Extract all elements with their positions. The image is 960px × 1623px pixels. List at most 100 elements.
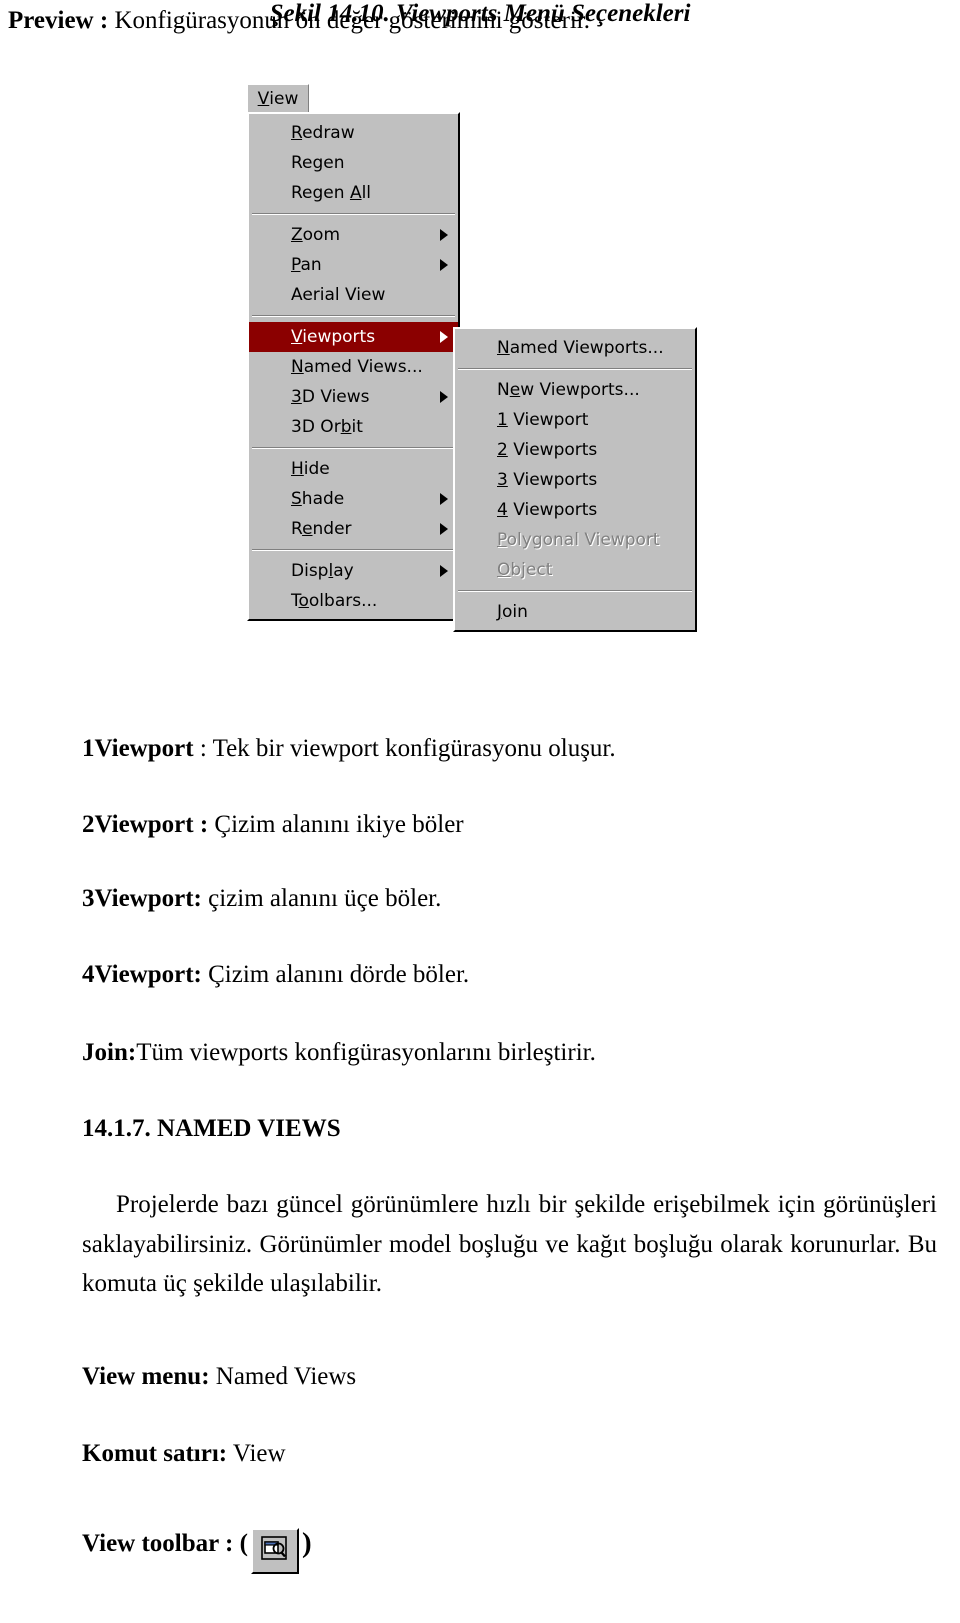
submenu-item-new-viewports-prefix: N — [497, 380, 510, 400]
definition-1-viewport: 1Viewport : Tek bir viewport konfigürasy… — [82, 732, 616, 766]
menu-item-regen-all-label: Regen — [291, 183, 350, 203]
menu-separator-3 — [252, 447, 455, 449]
submenu-item-3-viewports-label: Viewports — [507, 470, 598, 490]
menu-item-display[interactable]: Display — [249, 556, 458, 586]
menu-item-toolbars[interactable]: Toolbars... — [249, 586, 458, 616]
menu-item-named-views-label: amed Views... — [303, 357, 423, 377]
menu-item-3d-orbit[interactable]: 3D Orbit — [249, 412, 458, 442]
menubar-view-hotkey: V — [257, 88, 270, 109]
hotkey-3: 3 — [497, 470, 508, 490]
definition-term: Join: — [82, 1039, 137, 1066]
submenu-item-join[interactable]: Join — [455, 597, 695, 627]
hotkey-n: N — [497, 338, 510, 358]
menu-item-regen-all-suffix: ll — [361, 183, 372, 203]
submenu-item-new-viewports-suffix: w Viewports... — [520, 380, 640, 400]
menu-item-display-prefix: Disp — [291, 561, 329, 581]
definition-term: 4Viewport: — [82, 961, 202, 988]
submenu-arrow-icon — [440, 259, 448, 271]
definition-separator: : — [193, 735, 213, 762]
menu-item-redraw[interactable]: Redraw — [249, 118, 458, 148]
hotkey-1: 1 — [497, 410, 508, 430]
menu-item-regen[interactable]: Regen — [249, 148, 458, 178]
menu-item-3d-orbit-suffix: it — [351, 417, 363, 437]
submenu-item-2-viewports[interactable]: 2 Viewports — [455, 435, 695, 465]
hotkey-2: 2 — [497, 440, 508, 460]
submenu-arrow-icon — [440, 523, 448, 535]
submenu-item-4-viewports[interactable]: 4 Viewports — [455, 495, 695, 525]
definition-term: 3Viewport: — [82, 885, 202, 912]
menu-item-aerial-view[interactable]: Aerial View — [249, 280, 458, 310]
submenu-item-join-label: oin — [502, 602, 528, 622]
menu-item-display-suffix: ay — [333, 561, 354, 581]
definition-description: Çizim alanını dörde böler. — [208, 961, 470, 988]
menu-separator-2 — [252, 315, 455, 317]
menubar-view-label: iew — [269, 88, 299, 109]
autocad-view-menu-figure: View Redraw Regen Regen All Zoom Pan Aer… — [245, 84, 697, 640]
submenu-arrow-icon — [440, 229, 448, 241]
hotkey-v: V — [291, 327, 303, 347]
menu-item-zoom-label: oom — [302, 225, 341, 245]
access-method-label: View menu: — [82, 1363, 210, 1390]
submenu-separator-1 — [458, 368, 692, 370]
menu-item-3d-views-label: D Views — [301, 387, 370, 407]
menu-item-3d-views[interactable]: 3D Views — [249, 382, 458, 412]
submenu-item-named-viewports-label: amed Viewports... — [509, 338, 664, 358]
closing-paren: ) — [301, 1527, 312, 1559]
access-method-label: View toolbar : ( — [82, 1529, 248, 1557]
hotkey-n: N — [291, 357, 304, 377]
submenu-item-4-viewports-label: Viewports — [507, 500, 598, 520]
hotkey-o: O — [497, 560, 511, 580]
access-method-view-menu: View menu: Named Views — [82, 1360, 356, 1394]
submenu-item-1-viewport[interactable]: 1 Viewport — [455, 405, 695, 435]
menu-item-toolbars-prefix: T — [291, 591, 299, 611]
submenu-item-3-viewports[interactable]: 3 Viewports — [455, 465, 695, 495]
submenu-item-polygonal-viewport: Polygonal Viewport — [455, 525, 695, 555]
section-heading-named-views: 14.1.7. NAMED VIEWS — [82, 1115, 341, 1142]
submenu-arrow-icon — [440, 391, 448, 403]
definition-description: Çizim alanını ikiye böler — [214, 811, 464, 838]
definition-2-viewport: 2Viewport : Çizim alanını ikiye böler — [82, 808, 464, 842]
menu-separator-4 — [252, 549, 455, 551]
hotkey-e: e — [509, 380, 521, 400]
menu-item-redraw-label: edraw — [302, 123, 355, 143]
menu-item-viewports-label: iewports — [302, 327, 376, 347]
hotkey-p: P — [291, 255, 301, 275]
menu-item-pan[interactable]: Pan — [249, 250, 458, 280]
access-method-value: Named Views — [209, 1363, 357, 1390]
definition-term: 1Viewport — [82, 735, 194, 762]
menu-item-named-views[interactable]: Named Views... — [249, 352, 458, 382]
menu-item-render[interactable]: Render — [249, 514, 458, 544]
hotkey-p: P — [497, 530, 507, 550]
menu-item-regen-all[interactable]: Regen All — [249, 178, 458, 208]
menu-item-viewports[interactable]: Viewports — [249, 322, 458, 352]
hotkey-s: S — [291, 489, 302, 509]
access-method-label: Komut satırı: — [82, 1440, 228, 1467]
submenu-item-named-viewports[interactable]: Named Viewports... — [455, 333, 695, 363]
menu-item-zoom[interactable]: Zoom — [249, 220, 458, 250]
menu-item-render-prefix: R — [291, 519, 303, 539]
menu-item-shade[interactable]: Shade — [249, 484, 458, 514]
menu-item-hide[interactable]: Hide — [249, 454, 458, 484]
definition-description: çizim alanını üçe böler. — [208, 885, 442, 912]
menu-item-regen-label: Regen — [291, 153, 345, 173]
named-views-body-paragraph: Projelerde bazı güncel görünümlere hızlı… — [82, 1191, 937, 1297]
hotkey-r: R — [291, 123, 303, 143]
viewports-submenu: Named Viewports... New Viewports... 1 Vi… — [453, 327, 697, 632]
menu-item-3d-orbit-prefix: 3D Or — [291, 417, 341, 437]
named-views-toolbar-icon[interactable] — [250, 1527, 299, 1574]
submenu-item-object-label: bject — [510, 560, 553, 580]
hotkey-e: e — [302, 519, 313, 539]
access-method-value: View — [227, 1440, 286, 1467]
hotkey-o: o — [298, 591, 309, 611]
definition-description: Tüm viewports konfigürasyonlarını birleş… — [136, 1039, 596, 1066]
submenu-separator-2 — [458, 590, 692, 592]
view-dropdown-menu: Redraw Regen Regen All Zoom Pan Aerial V… — [247, 112, 460, 621]
definition-description: Tek bir viewport konfigürasyonu oluşur. — [212, 735, 616, 762]
menubar-view-button[interactable]: View — [247, 84, 309, 113]
access-method-view-toolbar: View toolbar : () — [82, 1524, 312, 1574]
submenu-item-polygonal-viewport-label: olygonal Viewport — [506, 530, 660, 550]
definition-term: 2Viewport — [82, 811, 194, 838]
preview-label: Preview : — [8, 7, 109, 34]
submenu-item-new-viewports[interactable]: New Viewports... — [455, 375, 695, 405]
menu-item-render-suffix: nder — [312, 519, 352, 539]
